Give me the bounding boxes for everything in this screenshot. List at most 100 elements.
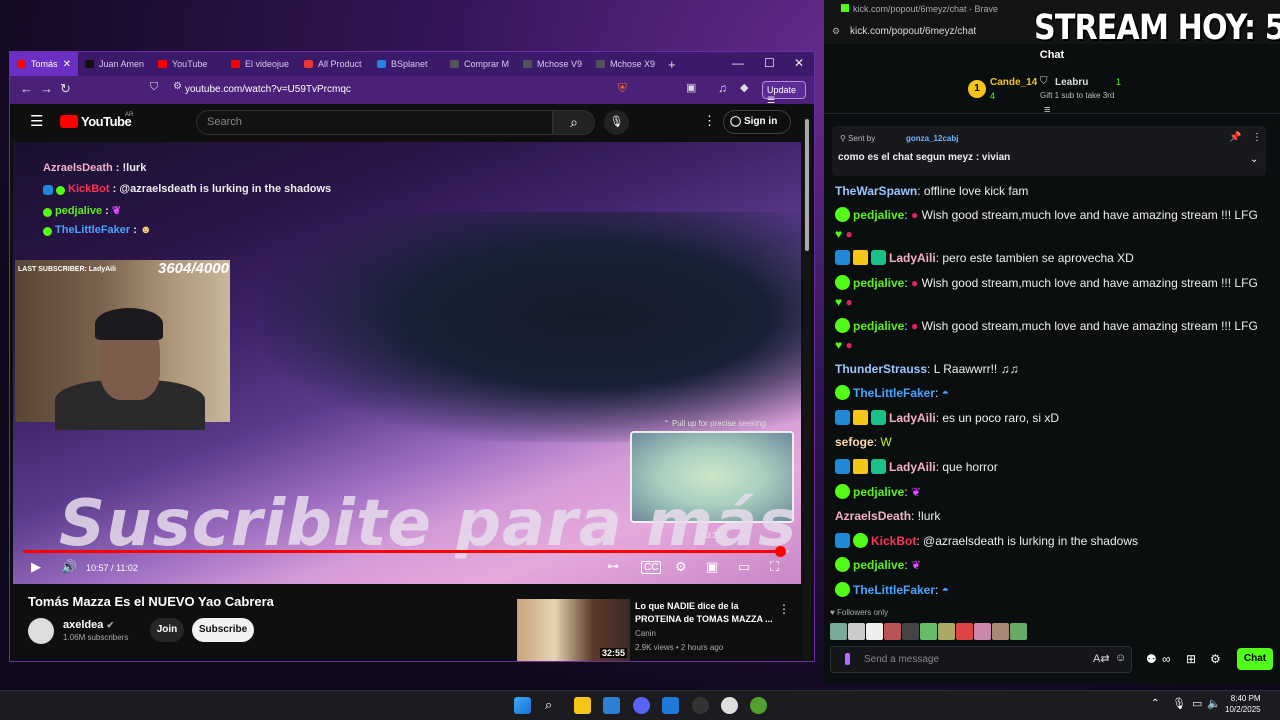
chat-username[interactable]: sefoge	[835, 435, 874, 449]
chat-username[interactable]: TheWarSpawn	[835, 184, 917, 198]
chat-username[interactable]: LadyAili	[889, 411, 936, 425]
steam-icon[interactable]	[721, 697, 738, 714]
pinned-more-icon[interactable]: ⋮	[1252, 132, 1262, 143]
close-tab-icon[interactable]: ✕	[63, 59, 71, 70]
follower-emote-icon[interactable]	[848, 623, 865, 640]
chat-username[interactable]: pedjalive	[853, 558, 904, 572]
extensions-icon[interactable]: ◆	[740, 81, 748, 94]
browser-tab[interactable]: Mchose V9	[516, 52, 589, 76]
chat-settings-icon[interactable]: ⚙	[1210, 652, 1221, 666]
file-explorer-icon[interactable]	[574, 697, 591, 714]
brave-shield-icon[interactable]: ⛨	[618, 81, 627, 96]
browser-tab[interactable]: BSplanet	[370, 52, 443, 76]
media-icon[interactable]: ♫	[718, 81, 727, 95]
system-clock[interactable]: 8:40 PM 10/2/2025	[1225, 693, 1261, 715]
follower-emote-icon[interactable]	[830, 623, 847, 640]
chat-username[interactable]: LadyAili	[889, 251, 936, 265]
browser-tab[interactable]: Juan Amen	[78, 52, 151, 76]
xbox-icon[interactable]	[750, 697, 767, 714]
mic-tray-icon[interactable]: 🎙	[1172, 697, 1186, 710]
autoplay-toggle-icon[interactable]: ⊶	[607, 559, 619, 573]
emoji-icon[interactable]: ☺	[1115, 652, 1126, 664]
settings-icon[interactable]: ⚙	[675, 559, 687, 575]
chat-username[interactable]: pedjalive	[853, 276, 904, 290]
theater-mode-icon[interactable]: ▭	[738, 559, 750, 575]
bookmark-icon[interactable]: ⛉	[150, 81, 158, 94]
follower-emote-icon[interactable]	[992, 623, 1009, 640]
chat-username[interactable]: pedjalive	[853, 485, 904, 499]
link-icon[interactable]: ∞	[1162, 652, 1171, 666]
tray-chevron-icon[interactable]: ⌃	[1151, 698, 1159, 709]
miniplayer-icon[interactable]: ▣	[706, 559, 718, 575]
follower-emote-icon[interactable]	[902, 623, 919, 640]
search-icon[interactable]: ⌕	[545, 697, 562, 714]
maximize-button[interactable]: ☐	[764, 56, 775, 70]
follower-emote-icon[interactable]	[1010, 623, 1027, 640]
more-options-icon[interactable]: ⋮	[703, 113, 716, 129]
site-info-icon[interactable]: ⚙	[173, 81, 182, 92]
chat-username[interactable]: TheLittleFaker	[853, 386, 935, 400]
browser-tab[interactable]: Mchose X9	[589, 52, 662, 76]
pin-icon[interactable]: 📌	[1229, 132, 1241, 143]
scrollbar-thumb[interactable]	[805, 119, 809, 251]
back-icon[interactable]: ←	[20, 81, 33, 96]
video-player[interactable]: AzraelsDeath : !lurk KickBot : @azraelsd…	[13, 142, 801, 584]
send-chat-button[interactable]: Chat	[1237, 648, 1273, 670]
network-icon[interactable]: ▭	[1192, 697, 1202, 710]
follower-emote-icon[interactable]	[884, 623, 901, 640]
chat-input[interactable]: Send a message A⇄ ☺	[830, 646, 1132, 673]
youtube-logo-icon[interactable]	[60, 115, 78, 128]
users-icon[interactable]: ⚉	[1146, 652, 1157, 666]
update-button[interactable]: Update ☰	[762, 81, 806, 105]
new-tab-icon[interactable]: +	[668, 57, 676, 72]
volume-tray-icon[interactable]: 🔈	[1207, 697, 1221, 710]
chat-username[interactable]: pedjalive	[853, 208, 904, 222]
discord-icon[interactable]	[633, 697, 650, 714]
recommended-title[interactable]: Lo que NADIE dice de la PROTEINA de TOMA…	[635, 600, 775, 626]
site-info-icon[interactable]: ⚙	[832, 26, 840, 37]
chat-username[interactable]: pedjalive	[853, 319, 904, 333]
subscribe-button[interactable]: Subscribe	[192, 618, 254, 642]
store-icon[interactable]	[603, 697, 620, 714]
fullscreen-icon[interactable]: ⛶	[770, 559, 779, 575]
follower-emote-icon[interactable]	[956, 623, 973, 640]
play-icon[interactable]: ▶	[31, 559, 41, 575]
chat-username[interactable]: AzraelsDeath	[835, 509, 911, 523]
browser-tab[interactable]: All Product	[297, 52, 370, 76]
channel-name[interactable]: axeldea ✔	[63, 619, 114, 631]
page-scrollbar[interactable]	[803, 117, 811, 661]
minimize-button[interactable]: —	[732, 56, 744, 70]
obs-icon[interactable]	[692, 697, 709, 714]
progress-bar[interactable]	[23, 546, 789, 557]
youtube-logo-text[interactable]: YouTube	[81, 114, 132, 129]
close-window-button[interactable]: ✕	[794, 56, 804, 70]
recommended-channel[interactable]: Canin	[635, 629, 656, 638]
follower-emote-icon[interactable]	[938, 623, 955, 640]
menu-icon[interactable]: ☰	[30, 112, 43, 130]
leaderboard-collapse-icon[interactable]: ≡	[1044, 104, 1050, 116]
url-field[interactable]: youtube.com/watch?v=U59TvPrcmqc	[185, 84, 351, 95]
follower-emote-icon[interactable]	[866, 623, 883, 640]
follower-emote-icon[interactable]	[920, 623, 937, 640]
browser-tab[interactable]: YouTube	[151, 52, 224, 76]
browser-tab[interactable]: El videojue	[224, 52, 297, 76]
translate-icon[interactable]: A⇄	[1093, 652, 1110, 665]
pinned-message[interactable]: ⚲ Sent by gonza_12cabj 📌 ⋮ como es el ch…	[832, 126, 1266, 176]
chat-username[interactable]: ThunderStrauss	[835, 362, 927, 376]
chat-username[interactable]: LadyAili	[889, 460, 936, 474]
subtitles-icon[interactable]: CC	[641, 561, 662, 574]
follower-emote-icon[interactable]	[974, 623, 991, 640]
mic-icon[interactable]: 🎙	[604, 110, 629, 135]
pinned-expand-icon[interactable]: ⌄	[1250, 154, 1258, 165]
tab-search-icon[interactable]: ▣	[686, 81, 696, 94]
join-button[interactable]: Join	[150, 618, 184, 642]
gift-icon[interactable]: ⊞	[1186, 652, 1196, 666]
vscode-icon[interactable]	[662, 697, 679, 714]
browser-tab[interactable]: Tomás ✕	[10, 52, 78, 76]
sign-in-button[interactable]: ◯ Sign in	[723, 110, 791, 134]
chat-username[interactable]: TheLittleFaker	[853, 583, 935, 597]
search-input[interactable]: Search	[196, 110, 553, 135]
browser-tab[interactable]: Comprar M	[443, 52, 516, 76]
recommended-more-icon[interactable]: ⋮	[778, 602, 790, 616]
channel-avatar[interactable]	[28, 618, 54, 644]
